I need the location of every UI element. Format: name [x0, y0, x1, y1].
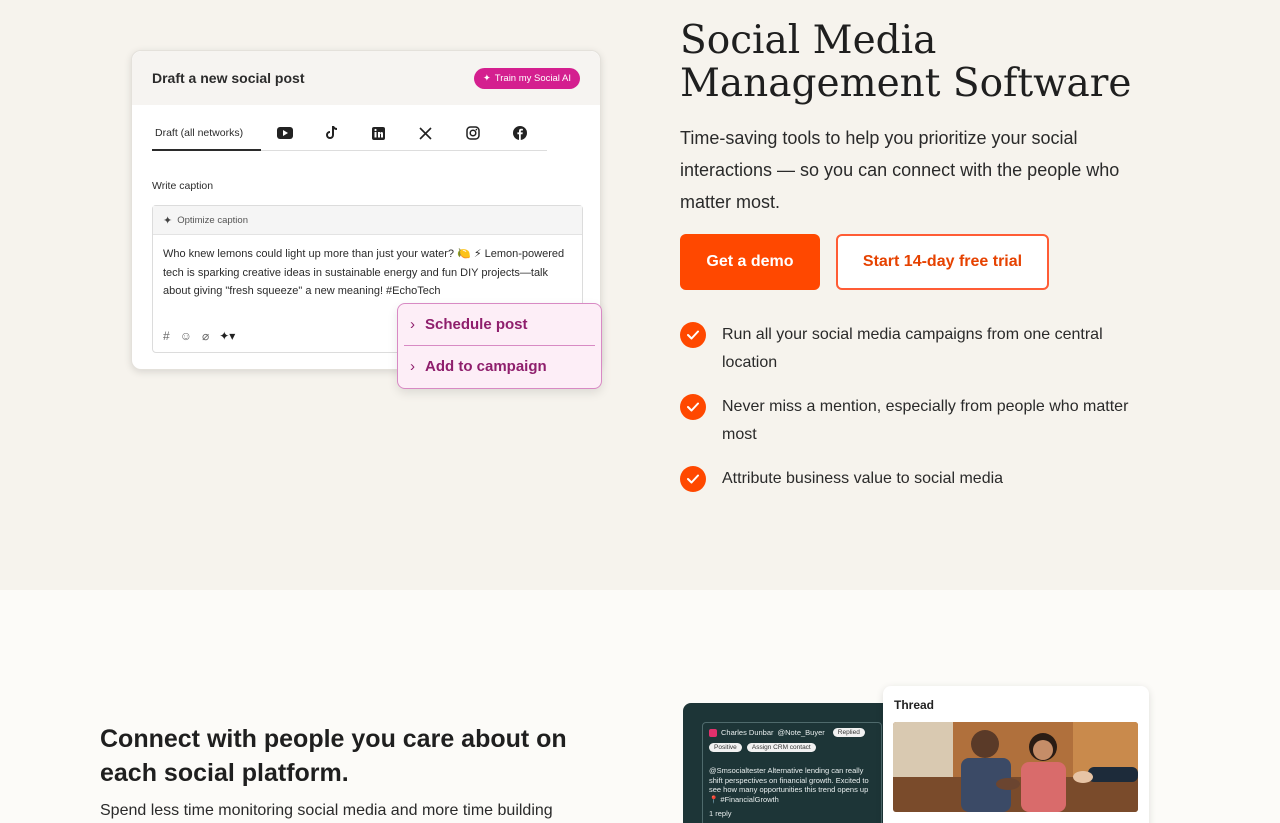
section-heading: Connect with people you care about on ea… — [100, 725, 567, 787]
chevron-right-icon: › — [410, 358, 415, 375]
schedule-post-menu-item[interactable]: › Schedule post — [398, 304, 601, 345]
network-tabs: Draft (all networks) — [152, 123, 547, 151]
train-social-ai-label: Train my Social AI — [494, 73, 571, 84]
ai-assist-icon[interactable]: ✦▾ — [219, 329, 235, 343]
chevron-right-icon: › — [410, 316, 415, 333]
caption-text: Who knew lemons could light up more than… — [163, 248, 565, 297]
sparkle-icon: ✦ — [163, 214, 173, 227]
feature-text: Never miss a mention, especially from pe… — [722, 398, 1129, 443]
write-caption-label: Write caption — [152, 180, 214, 192]
check-icon — [680, 466, 706, 492]
message-tags: Positive Assign CRM contact — [709, 742, 875, 752]
thread-photo — [893, 722, 1138, 812]
composer-header: Draft a new social post ✦ Train my Socia… — [132, 51, 600, 105]
section-text: Spend less time monitoring social media … — [100, 802, 553, 819]
thread-card: Thread — [883, 686, 1149, 823]
feature-text: Run all your social media campaigns from… — [722, 326, 1103, 371]
message-mention: @Note_Buyer — [777, 728, 825, 737]
assign-crm-tag[interactable]: Assign CRM contact — [746, 743, 816, 752]
post-actions-menu: › Schedule post › Add to campaign — [397, 303, 602, 389]
instagram-icon[interactable] — [449, 123, 496, 143]
list-item: Run all your social media campaigns from… — [680, 321, 1160, 377]
reply-count[interactable]: 1 reply — [709, 809, 875, 818]
schedule-post-label: Schedule post — [425, 316, 528, 333]
composer-title: Draft a new social post — [152, 70, 305, 86]
sparkle-icon: ✦ — [482, 73, 491, 84]
social-inbox-message: Charles Dunbar @Note_Buyer Replied Posit… — [702, 722, 882, 823]
hashtag-icon[interactable]: # — [163, 329, 170, 343]
instagram-icon — [709, 728, 717, 737]
message-author: Charles Dunbar — [721, 728, 774, 737]
tab-draft-all-networks[interactable]: Draft (all networks) — [152, 123, 261, 151]
thread-title: Thread — [894, 698, 935, 712]
optimize-caption-label: Optimize caption — [177, 214, 248, 226]
page-title: Social Media Management Software — [680, 18, 1132, 106]
message-header: Charles Dunbar @Note_Buyer Replied — [709, 728, 875, 737]
add-to-campaign-menu-item[interactable]: › Add to campaign — [398, 346, 601, 387]
start-free-trial-button[interactable]: Start 14-day free trial — [836, 234, 1049, 290]
train-social-ai-button[interactable]: ✦ Train my Social AI — [473, 68, 580, 89]
facebook-icon[interactable] — [496, 123, 543, 143]
list-item: Never miss a mention, especially from pe… — [680, 393, 1160, 449]
feature-list: Run all your social media campaigns from… — [680, 321, 1160, 509]
linkedin-icon[interactable] — [355, 123, 402, 143]
sentiment-tag[interactable]: Positive — [709, 743, 742, 752]
editor-toolbar: # ☺ ⌀ ✦▾ — [163, 329, 235, 343]
youtube-icon[interactable] — [261, 123, 308, 143]
list-item: Attribute business value to social media — [680, 465, 1160, 493]
emoji-icon[interactable]: ☺ — [180, 329, 192, 343]
get-demo-button[interactable]: Get a demo — [680, 234, 820, 290]
attachment-icon[interactable]: ⌀ — [202, 329, 209, 343]
x-icon[interactable] — [402, 123, 449, 143]
add-to-campaign-label: Add to campaign — [425, 358, 547, 375]
hero-subtitle: Time-saving tools to help you prioritize… — [680, 128, 1120, 212]
tiktok-icon[interactable] — [308, 123, 355, 143]
status-badge: Replied — [832, 728, 865, 737]
check-icon — [680, 394, 706, 420]
feature-text: Attribute business value to social media — [722, 470, 1004, 487]
message-body: @Smsocialtester Alternative lending can … — [709, 766, 869, 804]
check-icon — [680, 322, 706, 348]
optimize-caption-bar[interactable]: ✦ Optimize caption — [153, 206, 582, 235]
